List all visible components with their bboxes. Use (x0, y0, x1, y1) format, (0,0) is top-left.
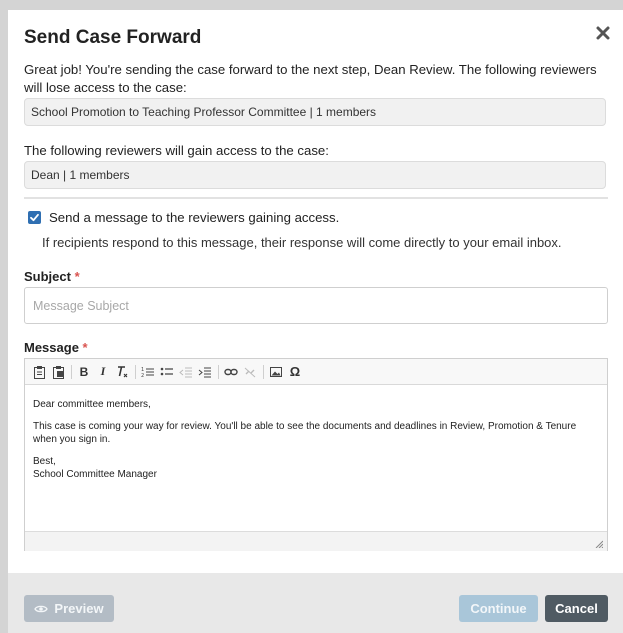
send-message-hint: If recipients respond to this message, t… (42, 235, 562, 250)
svg-text:2: 2 (141, 373, 144, 379)
intro-text: Great job! You're sending the case forwa… (24, 62, 597, 95)
increase-indent-icon[interactable] (197, 364, 213, 380)
unlink-icon[interactable] (242, 364, 258, 380)
numbered-list-icon[interactable]: 12 (140, 364, 156, 380)
paste-from-word-icon[interactable] (50, 364, 66, 380)
cancel-button[interactable]: Cancel (545, 595, 608, 622)
message-paragraph: This case is coming your way for review.… (33, 421, 577, 445)
message-signature: School Committee Manager (33, 469, 157, 480)
message-editor: B I 12 Ω Dear committee members, This ca… (24, 358, 608, 551)
message-signoff: Best, (33, 456, 56, 467)
backdrop-left (0, 0, 8, 633)
dialog-title: Send Case Forward (24, 27, 202, 48)
dialog-footer: Preview Continue Cancel (8, 573, 623, 633)
remove-format-icon[interactable] (114, 364, 130, 380)
eye-icon (34, 605, 49, 612)
resize-handle-icon[interactable] (595, 540, 603, 548)
required-mark: * (74, 269, 80, 284)
decrease-indent-icon[interactable] (178, 364, 194, 380)
subject-label: Subject * (24, 269, 80, 284)
italic-icon[interactable]: I (95, 364, 111, 380)
subject-input[interactable] (24, 287, 608, 324)
special-character-icon[interactable]: Ω (287, 364, 303, 380)
preview-label: Preview (54, 601, 104, 616)
toolbar-separator (135, 364, 136, 379)
bulleted-list-icon[interactable] (159, 364, 175, 380)
gain-access-reviewers: Dean | 1 members (24, 161, 606, 189)
preview-button[interactable]: Preview (24, 595, 114, 622)
editor-status-bar (25, 531, 607, 551)
continue-button[interactable]: Continue (459, 595, 538, 622)
gain-access-label: The following reviewers will gain access… (24, 143, 329, 158)
send-message-checkbox[interactable] (28, 211, 41, 224)
send-message-label[interactable]: Send a message to the reviewers gaining … (49, 210, 339, 225)
link-icon[interactable] (223, 364, 239, 380)
close-icon[interactable] (595, 25, 611, 41)
required-mark: * (82, 340, 88, 355)
image-icon[interactable] (268, 364, 284, 380)
toolbar-separator (71, 364, 72, 379)
checkmark-icon (30, 213, 39, 222)
toolbar-separator (263, 364, 264, 379)
message-body[interactable]: Dear committee members, This case is com… (25, 386, 607, 530)
toolbar-separator (218, 364, 219, 379)
paste-icon[interactable] (31, 364, 47, 380)
message-greeting: Dear committee members, (33, 399, 151, 410)
subject-label-text: Subject (24, 269, 71, 284)
divider (24, 197, 608, 199)
message-label: Message * (24, 340, 88, 355)
bold-icon[interactable]: B (76, 364, 92, 380)
send-case-forward-dialog: Send Case Forward Great job! You're send… (8, 10, 623, 633)
editor-toolbar: B I 12 Ω (25, 359, 607, 385)
lose-access-reviewers: School Promotion to Teaching Professor C… (24, 98, 606, 126)
backdrop-top (0, 0, 623, 10)
message-label-text: Message (24, 340, 79, 355)
